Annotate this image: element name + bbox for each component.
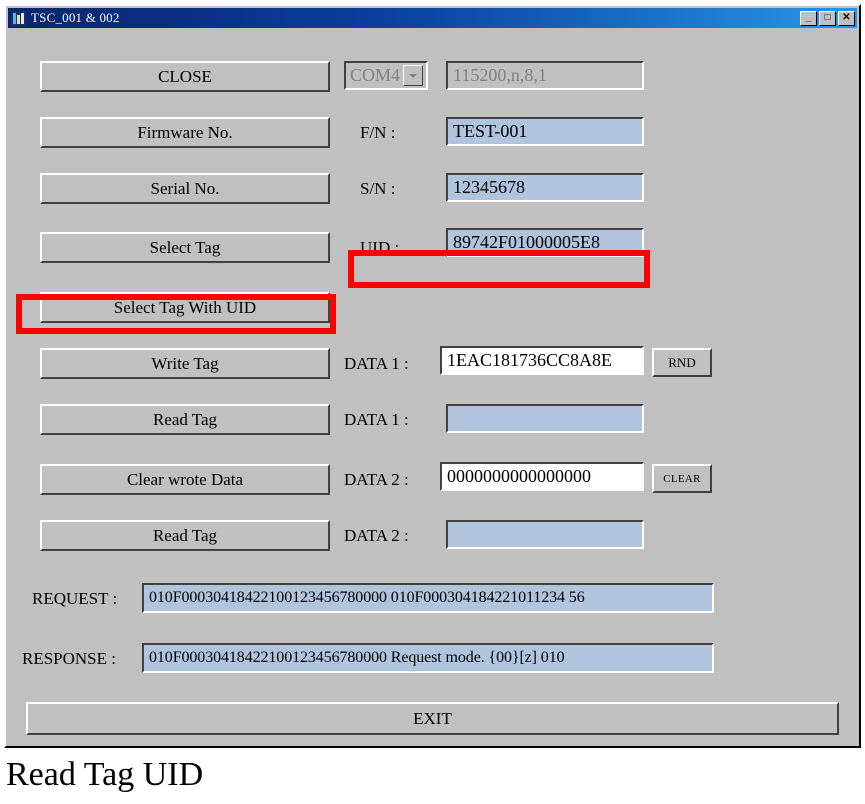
close-icon: ✕ <box>842 11 851 23</box>
data1-read-field[interactable] <box>446 404 644 433</box>
firmware-no-label: F/N : <box>360 122 396 142</box>
exit-button[interactable]: EXIT <box>26 702 839 735</box>
firmware-no-button[interactable]: Firmware No. <box>40 117 330 148</box>
form-row-serial: Serial No. S/N : 12345678 <box>8 173 857 209</box>
minimize-button[interactable]: _ <box>800 10 817 26</box>
com-port-value: COM4 <box>350 65 401 85</box>
window-title: TSC_001 & 002 <box>31 10 120 25</box>
form-row-select-tag-with-uid: Select Tag With UID <box>8 292 857 328</box>
application-window: TSC_001 & 002 _ □ ✕ CLOSE COM4 115200,n,… <box>4 4 861 748</box>
read-tag-data1-button[interactable]: Read Tag <box>40 404 330 435</box>
form-row-read-tag-1: Read Tag DATA 1 : <box>8 404 857 440</box>
port-settings-field: 115200,n,8,1 <box>446 61 644 90</box>
write-tag-button[interactable]: Write Tag <box>40 348 330 379</box>
title-bar[interactable]: TSC_001 & 002 _ □ ✕ <box>8 8 857 28</box>
data2-write-field[interactable]: 0000000000000000 <box>440 462 644 491</box>
close-port-button[interactable]: CLOSE <box>40 61 330 92</box>
form-row-read-tag-2: Read Tag DATA 2 : <box>8 520 857 556</box>
data1-write-label: DATA 1 : <box>344 353 409 373</box>
form-row-firmware: Firmware No. F/N : TEST-001 <box>8 117 857 153</box>
read-tag-data2-button[interactable]: Read Tag <box>40 520 330 551</box>
request-field[interactable]: 010F00030418422100123456780000 010F00030… <box>142 583 714 613</box>
minimize-icon: _ <box>805 11 812 23</box>
serial-no-label: S/N : <box>360 178 396 198</box>
form-row-connection: CLOSE COM4 115200,n,8,1 <box>8 61 857 97</box>
rnd-button[interactable]: RND <box>652 348 712 377</box>
data1-write-field[interactable]: 1EAC181736CC8A8E <box>440 346 644 375</box>
form-row-select-tag: Select Tag UID : 89742F01000005E8 <box>8 228 857 268</box>
uid-field[interactable]: 89742F01000005E8 <box>446 228 644 257</box>
response-field[interactable]: 010F00030418422100123456780000 Request m… <box>142 643 714 673</box>
serial-no-field[interactable]: 12345678 <box>446 173 644 202</box>
request-label: REQUEST : <box>32 588 118 608</box>
clear-wrote-data-button[interactable]: Clear wrote Data <box>40 464 330 495</box>
maximize-icon: □ <box>824 11 831 23</box>
response-label: RESPONSE : <box>22 648 116 668</box>
select-tag-button[interactable]: Select Tag <box>40 232 330 263</box>
data2-read-field[interactable] <box>446 520 644 549</box>
clear-button[interactable]: CLEAR <box>652 464 712 493</box>
chevron-down-icon[interactable] <box>403 65 423 86</box>
select-tag-with-uid-button[interactable]: Select Tag With UID <box>40 292 330 323</box>
data1-read-label: DATA 1 : <box>344 409 409 429</box>
maximize-button[interactable]: □ <box>819 10 836 26</box>
form-row-request: REQUEST : 010F00030418422100123456780000… <box>8 583 857 619</box>
client-area: CLOSE COM4 115200,n,8,1 Firmware No. F/N… <box>8 28 857 744</box>
window-controls: _ □ ✕ <box>800 10 855 26</box>
close-window-button[interactable]: ✕ <box>838 10 855 26</box>
form-row-write-tag: Write Tag DATA 1 : 1EAC181736CC8A8E RND <box>8 346 857 384</box>
app-icon <box>11 10 26 26</box>
firmware-no-field[interactable]: TEST-001 <box>446 117 644 146</box>
form-row-response: RESPONSE : 010F0003041842210012345678000… <box>8 643 857 679</box>
com-port-select[interactable]: COM4 <box>344 61 428 90</box>
data2-write-label: DATA 2 : <box>344 469 409 489</box>
serial-no-button[interactable]: Serial No. <box>40 173 330 204</box>
form-row-clear-wrote-data: Clear wrote Data DATA 2 : 00000000000000… <box>8 462 857 500</box>
page-caption: Read Tag UID <box>6 756 204 793</box>
uid-label: UID : <box>360 237 400 257</box>
data2-read-label: DATA 2 : <box>344 525 409 545</box>
